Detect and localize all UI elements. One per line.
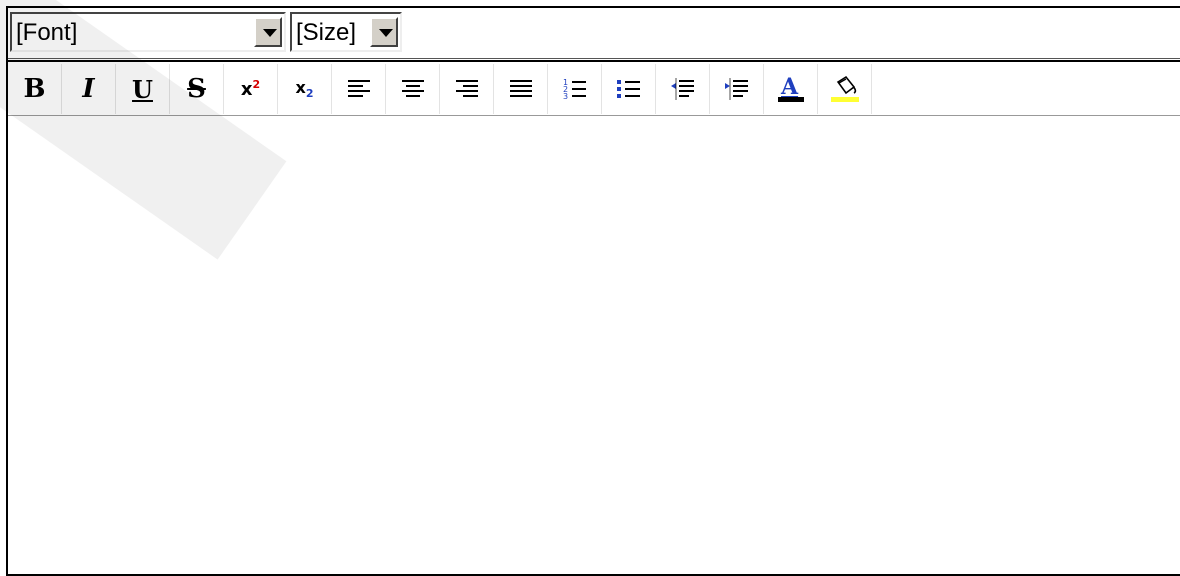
ordered-list-icon: 1 2 3 <box>563 78 586 101</box>
svg-text:3: 3 <box>563 92 568 101</box>
align-left-icon <box>347 80 370 97</box>
align-right-button[interactable] <box>440 64 494 114</box>
unordered-list-icon <box>616 80 640 98</box>
indent-button[interactable] <box>710 64 764 114</box>
rich-text-editor: [Font] [Size] B I U S x2 x2 1 2 3 A <box>6 6 1180 576</box>
size-dropdown-arrow-icon[interactable] <box>370 17 398 47</box>
font-dropdown-arrow-icon[interactable] <box>254 17 282 47</box>
editor-content-area[interactable] <box>8 116 1180 574</box>
highlight-color-icon <box>830 75 859 102</box>
subscript-icon: x2 <box>295 77 314 101</box>
bold-icon: B <box>23 74 46 104</box>
outdent-icon <box>670 78 694 100</box>
unordered-list-button[interactable] <box>602 64 656 114</box>
indent-icon <box>724 78 748 100</box>
size-select[interactable]: [Size] <box>290 12 402 52</box>
strikethrough-icon: S <box>187 74 206 104</box>
size-select-value: [Size] <box>296 19 357 46</box>
strikethrough-button[interactable]: S <box>170 64 224 114</box>
underline-button[interactable]: U <box>116 64 170 114</box>
bold-button[interactable]: B <box>8 64 62 114</box>
superscript-button[interactable]: x2 <box>224 64 278 114</box>
highlight-color-button[interactable] <box>818 64 872 114</box>
ordered-list-button[interactable]: 1 2 3 <box>548 64 602 114</box>
outdent-button[interactable] <box>656 64 710 114</box>
align-center-icon <box>401 80 424 97</box>
font-size-selector-row: [Font] [Size] <box>8 8 1180 59</box>
font-select[interactable]: [Font] <box>10 12 286 52</box>
subscript-button[interactable]: x2 <box>278 64 332 114</box>
svg-text:A: A <box>780 74 799 100</box>
align-center-button[interactable] <box>386 64 440 114</box>
italic-button[interactable]: I <box>62 64 116 114</box>
underline-icon: U <box>132 74 153 104</box>
font-color-button[interactable]: A <box>764 64 818 114</box>
align-right-icon <box>455 80 478 97</box>
align-left-button[interactable] <box>332 64 386 114</box>
align-justify-icon <box>509 80 532 97</box>
align-justify-button[interactable] <box>494 64 548 114</box>
italic-icon: I <box>82 74 95 104</box>
superscript-icon: x2 <box>240 78 261 100</box>
formatting-toolbar: B I U S x2 x2 1 2 3 A <box>8 60 1180 116</box>
font-select-value: [Font] <box>16 19 78 46</box>
font-color-icon: A <box>777 74 804 102</box>
